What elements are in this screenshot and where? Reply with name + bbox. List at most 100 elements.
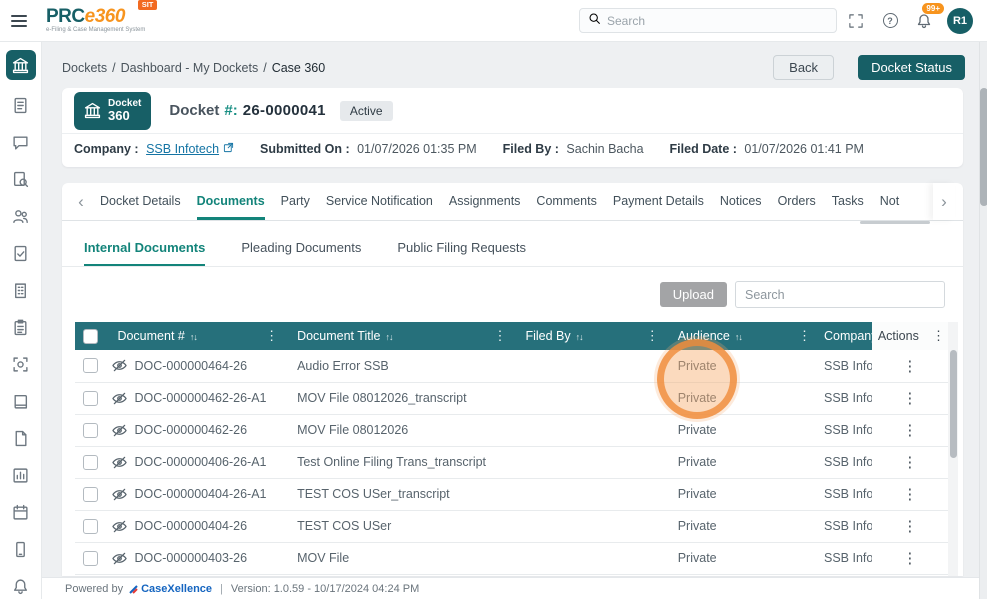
row-actions-menu-icon[interactable]: ⋮ xyxy=(896,486,923,503)
sort-icon[interactable]: ↑↓ xyxy=(190,332,197,342)
docket-number-hash: #: xyxy=(224,102,237,119)
row-checkbox[interactable] xyxy=(83,391,98,406)
eye-off-icon xyxy=(112,358,127,373)
header-company[interactable]: Company xyxy=(814,322,872,350)
sort-icon[interactable]: ↑↓ xyxy=(576,332,583,342)
subtab-pleading-documents[interactable]: Pleading Documents xyxy=(241,240,361,266)
filed-by-cell xyxy=(509,510,661,542)
fullscreen-icon[interactable] xyxy=(841,6,871,36)
back-button[interactable]: Back xyxy=(773,55,834,80)
app-logo: PRCe360 e-Filing & Case Management Syste… xyxy=(46,7,159,33)
tabs-scroll-left-icon[interactable]: ‹ xyxy=(70,183,92,220)
tab-payment-details[interactable]: Payment Details xyxy=(613,183,704,220)
user-avatar[interactable]: R1 xyxy=(947,8,973,34)
document-number[interactable]: DOC-000000464-26 xyxy=(134,359,247,373)
audience-cell: Private xyxy=(662,510,814,542)
company-cell: SSB Infotech xyxy=(814,446,872,478)
sort-icon[interactable]: ↑↓ xyxy=(385,332,392,342)
tab-documents[interactable]: Documents xyxy=(197,183,265,220)
docket-number-label: Docket xyxy=(169,102,219,119)
sidebar-item-calendar-icon[interactable] xyxy=(3,494,39,531)
tab-party[interactable]: Party xyxy=(281,183,310,220)
filed-date-value: 01/07/2026 01:41 PM xyxy=(744,142,864,156)
document-number[interactable]: DOC-000000462-26-A1 xyxy=(134,391,266,405)
help-icon[interactable]: ? xyxy=(875,6,905,36)
documents-search-input[interactable] xyxy=(735,281,945,308)
column-menu-icon[interactable]: ⋮ xyxy=(265,328,278,344)
docket-status-button[interactable]: Docket Status xyxy=(858,55,965,80)
tab-comments[interactable]: Comments xyxy=(536,183,596,220)
row-checkbox[interactable] xyxy=(83,358,98,373)
header-document-title[interactable]: Document Title↑↓ ⋮ xyxy=(281,322,509,350)
sidebar-item-chat-icon[interactable] xyxy=(3,124,39,161)
row-actions-menu-icon[interactable]: ⋮ xyxy=(896,390,923,407)
notifications-bell-icon[interactable]: 99+ xyxy=(909,6,939,36)
sidebar-item-files-icon[interactable] xyxy=(3,87,39,124)
row-checkbox[interactable] xyxy=(83,487,98,502)
row-actions-menu-icon[interactable]: ⋮ xyxy=(896,422,923,439)
column-menu-icon[interactable]: ⋮ xyxy=(932,328,945,344)
sidebar-item-device-icon[interactable] xyxy=(3,531,39,568)
sort-icon[interactable]: ↑↓ xyxy=(735,332,742,342)
table-vertical-scrollbar[interactable] xyxy=(948,322,958,576)
column-menu-icon[interactable]: ⋮ xyxy=(798,328,811,344)
tab-docket-details[interactable]: Docket Details xyxy=(100,183,181,220)
row-actions-menu-icon[interactable]: ⋮ xyxy=(896,550,923,567)
table-row: DOC-000000404-26 TEST COS USer Private S… xyxy=(75,510,948,542)
sidebar-item-reports-icon[interactable] xyxy=(3,457,39,494)
column-menu-icon[interactable]: ⋮ xyxy=(646,328,659,344)
sidebar-item-users-icon[interactable] xyxy=(3,198,39,235)
tab-notifications[interactable]: Not xyxy=(880,183,899,220)
document-number[interactable]: DOC-000000404-26 xyxy=(134,519,247,533)
row-checkbox[interactable] xyxy=(83,455,98,470)
breadcrumb-dockets[interactable]: Dockets xyxy=(62,61,107,75)
header-filed-by[interactable]: Filed By↑↓ ⋮ xyxy=(509,322,661,350)
document-title: MOV File 08012026 xyxy=(281,414,509,446)
audience-cell: Private xyxy=(662,446,814,478)
sidebar-item-scan-icon[interactable] xyxy=(3,346,39,383)
row-checkbox[interactable] xyxy=(83,551,98,566)
docket-number-value: 26-0000041 xyxy=(243,102,326,119)
sidebar-item-tasks-icon[interactable] xyxy=(3,309,39,346)
row-actions-menu-icon[interactable]: ⋮ xyxy=(896,358,923,375)
hamburger-menu-icon[interactable] xyxy=(0,0,38,42)
document-number[interactable]: DOC-000000403-26 xyxy=(134,551,247,565)
document-number[interactable]: DOC-000000462-26 xyxy=(134,423,247,437)
global-search[interactable] xyxy=(579,8,837,33)
sidebar-item-dockets[interactable] xyxy=(6,50,36,80)
sidebar-item-building-icon[interactable] xyxy=(3,272,39,309)
breadcrumb-my-dockets[interactable]: Dashboard - My Dockets xyxy=(121,61,259,75)
tabs-horizontal-scrollbar[interactable] xyxy=(860,221,930,224)
filed-by-value: Sachin Bacha xyxy=(566,142,643,156)
tab-tasks[interactable]: Tasks xyxy=(832,183,864,220)
row-actions-menu-icon[interactable]: ⋮ xyxy=(896,518,923,535)
document-number[interactable]: DOC-000000404-26-A1 xyxy=(134,487,266,501)
tab-notices[interactable]: Notices xyxy=(720,183,762,220)
page-vertical-scrollbar[interactable] xyxy=(979,42,987,599)
upload-button[interactable]: Upload xyxy=(660,282,727,307)
table-row: DOC-000000404-26-A1 TEST COS USer_transc… xyxy=(75,478,948,510)
column-menu-icon[interactable]: ⋮ xyxy=(493,328,506,344)
sidebar-item-document-icon[interactable] xyxy=(3,420,39,457)
tabs-scroll-right-icon[interactable]: › xyxy=(933,183,955,220)
search-icon xyxy=(588,12,601,30)
document-number[interactable]: DOC-000000406-26-A1 xyxy=(134,455,266,469)
sidebar-item-book-icon[interactable] xyxy=(3,383,39,420)
global-search-input[interactable] xyxy=(607,14,828,28)
company-link[interactable]: SSB Infotech xyxy=(146,142,234,156)
tab-orders[interactable]: Orders xyxy=(778,183,816,220)
row-checkbox[interactable] xyxy=(83,519,98,534)
tab-service-notification[interactable]: Service Notification xyxy=(326,183,433,220)
row-checkbox[interactable] xyxy=(83,423,98,438)
subtab-internal-documents[interactable]: Internal Documents xyxy=(84,240,205,266)
subtab-public-filing-requests[interactable]: Public Filing Requests xyxy=(397,240,526,266)
header-document-number[interactable]: Document #↑↓ ⋮ xyxy=(105,322,281,350)
sidebar-item-file-check-icon[interactable] xyxy=(3,235,39,272)
sidebar-item-file-search-icon[interactable] xyxy=(3,161,39,198)
tab-assignments[interactable]: Assignments xyxy=(449,183,521,220)
header-audience[interactable]: Audience↑↓ ⋮ xyxy=(662,322,814,350)
row-actions-menu-icon[interactable]: ⋮ xyxy=(896,454,923,471)
filed-by-cell xyxy=(509,542,661,574)
sidebar-item-bell-icon[interactable] xyxy=(3,568,39,599)
select-all-checkbox[interactable] xyxy=(83,329,98,344)
